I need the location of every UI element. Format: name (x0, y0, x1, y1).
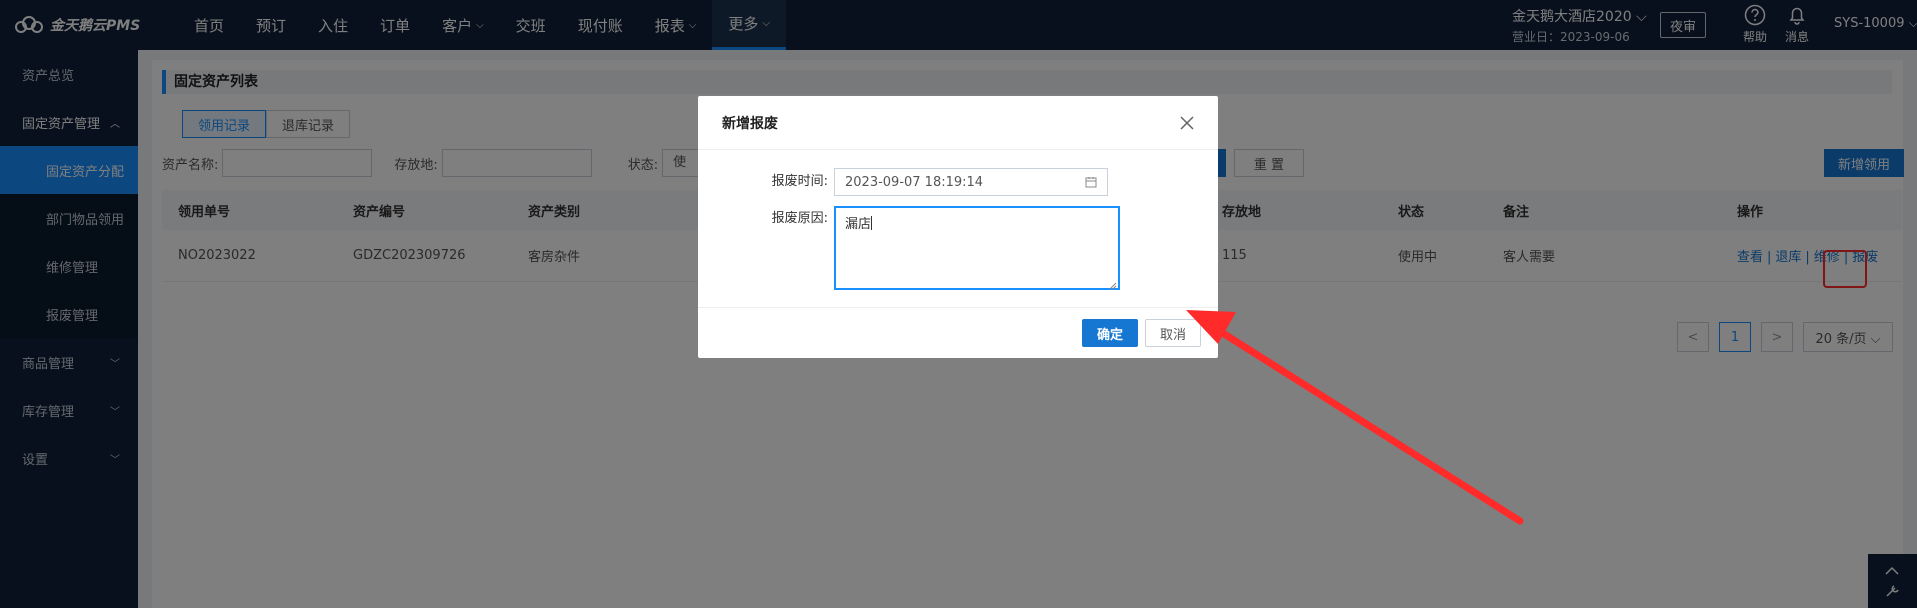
resize-handle-icon[interactable] (1109, 279, 1117, 290)
cancel-button[interactable]: 取消 (1145, 319, 1201, 347)
text-cursor (871, 216, 873, 230)
scrap-reason-row: 报废原因: 漏店 (698, 206, 1120, 290)
scrap-reason-value: 漏店 (845, 217, 872, 232)
scrap-dialog: 新增报废 报废时间: 2023-09-07 18:19:14 报废原因: 漏店 … (698, 96, 1218, 358)
scrap-time-row: 报废时间: 2023-09-07 18:19:14 (698, 168, 1108, 196)
dialog-title: 新增报废 (722, 115, 778, 132)
scrap-reason-label: 报废原因: (771, 211, 828, 226)
dialog-footer: 确定 取消 (698, 307, 1218, 358)
dialog-header: 新增报废 (698, 96, 1218, 150)
scrap-time-value: 2023-09-07 18:19:14 (845, 174, 984, 190)
scrap-time-input[interactable]: 2023-09-07 18:19:14 (834, 168, 1108, 196)
close-icon[interactable] (1178, 114, 1196, 132)
confirm-button[interactable]: 确定 (1082, 319, 1138, 347)
calendar-icon (1085, 176, 1097, 192)
scrap-time-label: 报废时间: (771, 174, 828, 189)
scrap-reason-textarea[interactable]: 漏店 (834, 206, 1120, 290)
